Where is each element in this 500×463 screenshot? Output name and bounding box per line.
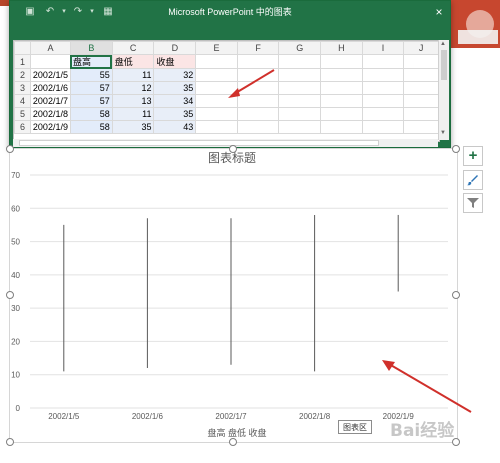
chart-elements-button[interactable]: +: [463, 146, 483, 166]
y-tick-label: 40: [11, 271, 20, 280]
chart-title[interactable]: 图表标题: [208, 151, 256, 165]
high-low-lines: [63, 214, 399, 372]
resize-handle[interactable]: [6, 145, 14, 153]
gridlines: [30, 174, 448, 409]
y-tick-label: 70: [11, 171, 20, 180]
resize-handle[interactable]: [229, 438, 237, 446]
x-tick-label: 2002/1/8: [299, 412, 331, 421]
x-tick-label: 2002/1/5: [48, 412, 80, 421]
y-tick-label: 50: [11, 238, 20, 247]
chart-tooltip: 图表区: [338, 420, 372, 434]
resize-handle[interactable]: [452, 145, 460, 153]
chart-filters-button[interactable]: [463, 193, 483, 213]
y-tick-label: 0: [16, 404, 21, 413]
y-tick-label: 30: [11, 304, 20, 313]
watermark: Bai经验: [390, 421, 455, 441]
resize-handle[interactable]: [6, 291, 14, 299]
chart-legend[interactable]: 盘高 盘低 收盘: [207, 427, 266, 438]
brush-icon: [467, 175, 478, 186]
x-tick-label: 2002/1/7: [215, 412, 247, 421]
y-tick-label: 60: [11, 204, 20, 213]
resize-handle[interactable]: [229, 145, 237, 153]
stock-chart[interactable]: 图表标题 0 10 20 30 40 50 60 70 2002/1/5 2002/1/6 200…: [0, 0, 500, 463]
y-tick-label: 10: [11, 371, 20, 380]
filter-icon: [467, 198, 479, 208]
annotation-arrow-chart: [388, 363, 472, 413]
chart-styles-button[interactable]: [463, 170, 483, 190]
resize-handle[interactable]: [452, 291, 460, 299]
x-tick-label: 2002/1/6: [132, 412, 164, 421]
resize-handle[interactable]: [6, 438, 14, 446]
y-tick-label: 20: [11, 337, 20, 346]
